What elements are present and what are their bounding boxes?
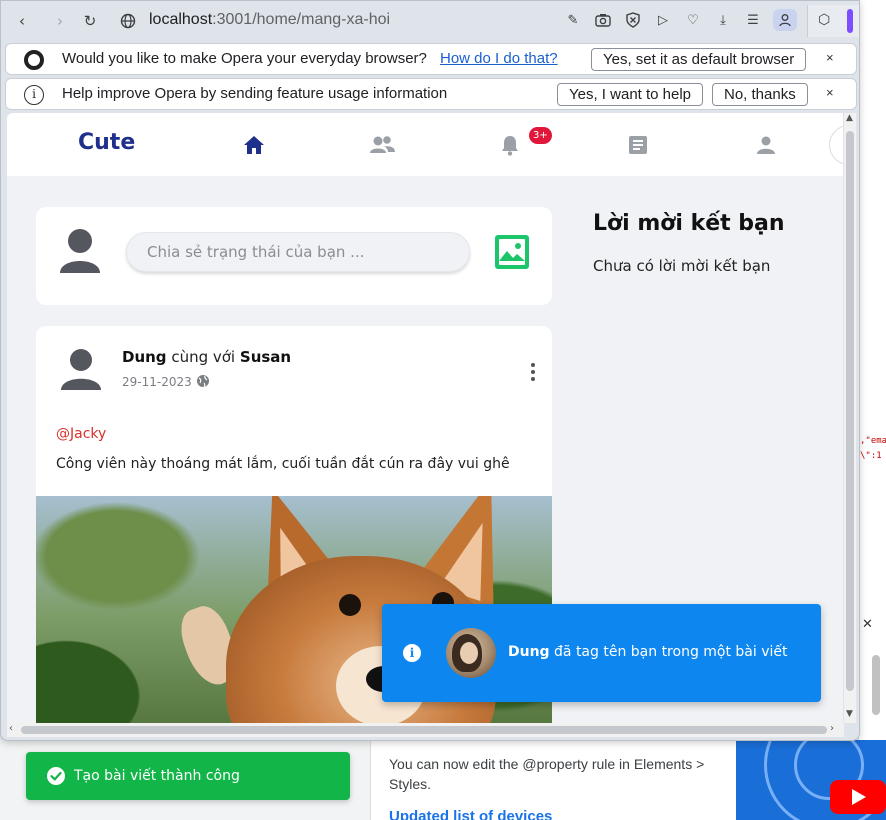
play-icon[interactable]: ▷ xyxy=(653,9,673,31)
post-tagged-user[interactable]: Susan xyxy=(240,348,291,366)
extensions-area: ⬡ xyxy=(807,5,859,37)
close-icon[interactable]: × xyxy=(826,50,834,65)
url-path: :3001/home/mang-xa-hoi xyxy=(212,11,391,28)
heart-icon[interactable]: ♡ xyxy=(683,9,703,31)
brand-logo[interactable]: Cute xyxy=(78,130,135,155)
bell-icon[interactable] xyxy=(498,133,522,157)
site-navbar: Cute 3+ xyxy=(7,113,843,176)
avatar[interactable] xyxy=(60,348,102,392)
success-toast[interactable]: Tạo bài viết thành công xyxy=(26,752,350,800)
page-vertical-scrollbar[interactable]: ▲ ▼ xyxy=(844,113,856,723)
notification-badge: 3+ xyxy=(529,127,552,144)
decline-button[interactable]: No, thanks xyxy=(712,83,808,106)
shield-icon[interactable] xyxy=(623,9,643,31)
info-icon: i xyxy=(403,644,421,662)
forward-icon[interactable]: › xyxy=(49,10,71,32)
avatar[interactable] xyxy=(58,227,102,277)
success-message: Tạo bài viết thành công xyxy=(74,768,240,784)
page-horizontal-scrollbar[interactable]: ‹ › xyxy=(7,723,844,737)
menu-button[interactable] xyxy=(829,125,843,165)
url-host: localhost xyxy=(149,11,213,28)
friends-icon[interactable] xyxy=(368,133,396,157)
info-icon: i xyxy=(24,85,44,105)
toast-message: Dung đã tag tên bạn trong một bài viết xyxy=(508,644,788,660)
more-options-icon[interactable] xyxy=(526,362,540,382)
toast-user: Dung xyxy=(508,644,550,660)
home-icon[interactable] xyxy=(242,133,266,157)
avatar xyxy=(446,628,496,678)
background-close-icon[interactable]: ✕ xyxy=(862,617,873,632)
download-icon[interactable]: ⤓ xyxy=(713,9,733,31)
status-input[interactable]: Chia sẻ trạng thái của bạn ... xyxy=(126,232,470,272)
post-author[interactable]: Dung xyxy=(122,348,167,366)
check-circle-icon xyxy=(47,767,65,785)
image-upload-icon[interactable] xyxy=(495,235,529,269)
profile-icon[interactable] xyxy=(773,9,797,31)
devtools-heading-link[interactable]: Updated list of devices xyxy=(389,808,552,820)
accept-help-button[interactable]: Yes, I want to help xyxy=(557,83,704,106)
scroll-right-icon[interactable]: › xyxy=(830,723,834,734)
infobar-message: Would you like to make Opera your everyd… xyxy=(62,50,427,67)
status-composer: Chia sẻ trạng thái của bạn ... xyxy=(36,207,552,305)
sidebar-accent-icon[interactable] xyxy=(847,9,853,33)
set-default-button[interactable]: Yes, set it as default browser xyxy=(591,48,807,71)
profile-icon[interactable] xyxy=(754,133,778,157)
friend-requests-empty: Chưa có lời mời kết bạn xyxy=(593,257,771,275)
tag-notification-toast[interactable]: i Dung đã tag tên bạn trong một bài viết xyxy=(382,604,821,702)
edit-icon[interactable]: ✎ xyxy=(563,9,583,31)
default-browser-infobar: Would you like to make Opera your everyd… xyxy=(5,43,857,75)
background-code-snippet: ,"ema \":1 xyxy=(860,436,886,461)
globe-icon[interactable] xyxy=(117,10,139,32)
feedback-infobar: i Help improve Opera by sending feature … xyxy=(5,78,857,110)
youtube-icon[interactable] xyxy=(830,780,886,814)
post-text: Công viên này thoáng mát lắm, cuối tuần … xyxy=(56,456,510,472)
address-bar[interactable]: localhost:3001/home/mang-xa-hoi xyxy=(149,11,390,29)
how-do-i-link[interactable]: How do I do that? xyxy=(440,50,558,67)
post-date: 29-11-2023 xyxy=(122,375,192,389)
devtools-text: You can now edit the @property rule in E… xyxy=(389,756,705,792)
opera-logo-icon xyxy=(24,50,44,70)
friend-requests-title: Lời mời kết bạn xyxy=(593,211,785,236)
public-globe-icon xyxy=(196,373,210,388)
post-mention[interactable]: @Jacky xyxy=(56,426,106,442)
toast-text: đã tag tên bạn trong một bài viết xyxy=(554,644,788,660)
back-icon[interactable]: ‹ xyxy=(11,10,33,32)
easy-setup-icon[interactable]: ☰ xyxy=(743,9,763,31)
post-with-text: cùng với xyxy=(171,348,236,366)
cube-icon[interactable]: ⬡ xyxy=(818,12,830,28)
close-icon[interactable]: × xyxy=(826,85,834,100)
camera-icon[interactable] xyxy=(593,9,613,31)
news-icon[interactable] xyxy=(626,133,650,157)
scroll-up-icon[interactable]: ▲ xyxy=(846,113,853,123)
reload-icon[interactable]: ↻ xyxy=(79,10,101,32)
infobar-message: Help improve Opera by sending feature us… xyxy=(62,85,448,102)
post-header: Dung cùng với Susan xyxy=(122,348,291,366)
scroll-down-icon[interactable]: ▼ xyxy=(846,709,853,719)
browser-toolbar: ‹ › ↻ localhost:3001/home/mang-xa-hoi ✎ … xyxy=(1,1,859,41)
scroll-left-icon[interactable]: ‹ xyxy=(9,723,13,734)
background-scrollbar[interactable] xyxy=(872,655,880,715)
